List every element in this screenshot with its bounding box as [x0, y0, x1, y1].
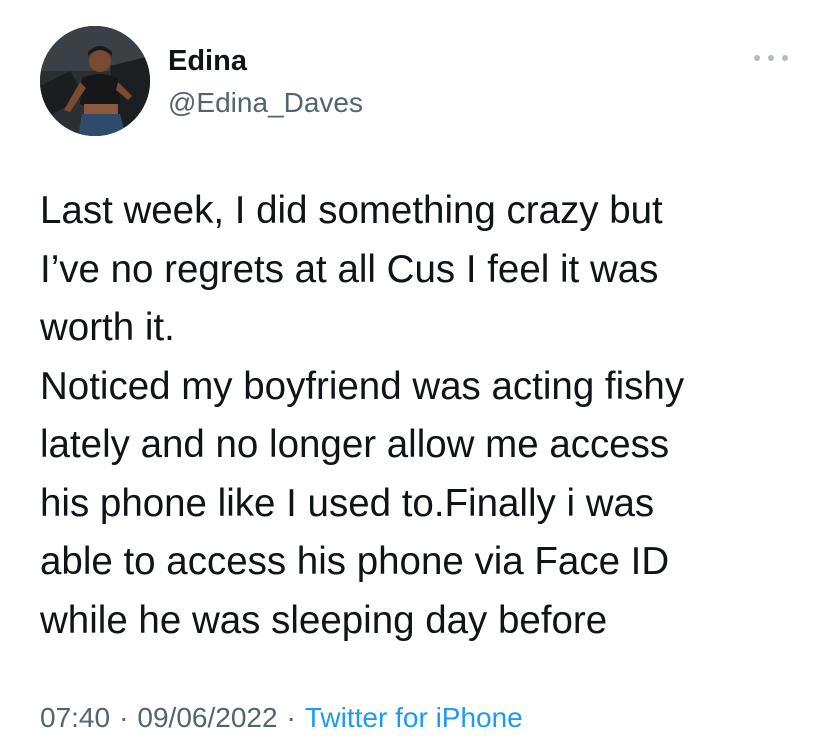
tweet-date[interactable]: 09/06/2022: [137, 702, 277, 733]
more-dot-icon: [768, 55, 774, 61]
meta-separator: ·: [286, 702, 296, 733]
more-dot-icon: [754, 55, 760, 61]
profile-photo-icon: [40, 26, 150, 136]
author-handle[interactable]: @Edina_Daves: [168, 86, 363, 120]
tweet-card: Edina @Edina_Daves Last week, I did some…: [0, 0, 828, 746]
more-dot-icon: [782, 55, 788, 61]
tweet-text-line: while he was sleeping day before: [40, 598, 608, 642]
tweet-time[interactable]: 07:40: [40, 702, 110, 733]
tweet-text-line: Last week, I did something crazy but: [40, 189, 663, 232]
tweet-text-line: worth it.: [40, 306, 175, 349]
more-options-button[interactable]: [754, 46, 788, 70]
author-avatar[interactable]: [40, 26, 150, 136]
tweet-text-line: able to access his phone via Face ID: [40, 540, 670, 583]
tweet-meta: 07:40 · 09/06/2022 · Twitter for iPhone: [40, 700, 523, 736]
tweet-text: Last week, I did something crazy but I’v…: [40, 182, 800, 650]
tweet-text-line: lately and no longer allow me access: [40, 423, 670, 466]
tweet-text-line: I’ve no regrets at all Cus I feel it was: [40, 247, 659, 291]
meta-separator: ·: [119, 702, 129, 733]
tweet-text-line: Noticed my boyfriend was acting fishy: [40, 364, 685, 408]
tweet-source-link[interactable]: Twitter for iPhone: [305, 702, 523, 733]
tweet-text-line: his phone like I used to.Finally i was: [40, 481, 655, 525]
author-name[interactable]: Edina: [168, 44, 247, 78]
